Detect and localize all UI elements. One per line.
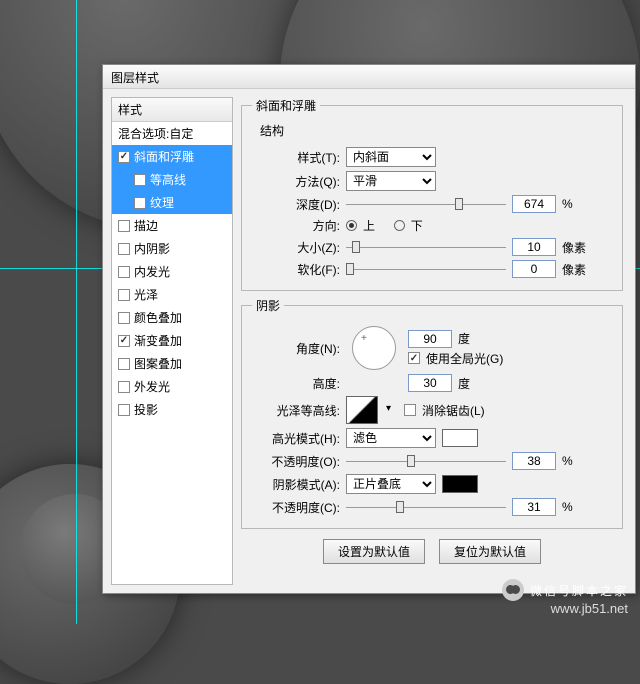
angle-dial[interactable] [352, 326, 396, 370]
highlight-opacity-slider[interactable] [346, 452, 506, 470]
style-label: 样式(T): [252, 149, 340, 166]
sidebar-item-bevel[interactable]: 斜面和浮雕 [112, 145, 232, 168]
checkbox-icon[interactable] [118, 289, 130, 301]
shadow-mode-select[interactable]: 正片叠底 [346, 474, 436, 494]
altitude-label: 高度: [252, 375, 340, 392]
global-light-checkbox[interactable] [408, 352, 420, 364]
checkbox-icon[interactable] [118, 266, 130, 278]
soften-label: 软化(F): [252, 261, 340, 278]
make-default-button[interactable]: 设置为默认值 [323, 539, 425, 564]
shadow-mode-label: 阴影模式(A): [252, 476, 340, 493]
checkbox-icon[interactable] [118, 243, 130, 255]
direction-label: 方向: [252, 217, 340, 234]
panel-title: 斜面和浮雕 [252, 97, 320, 114]
styles-sidebar: 样式 混合选项:自定 斜面和浮雕 等高线 纹理 描边 内阴影 内发光 光泽 颜色… [111, 97, 233, 585]
reset-default-button[interactable]: 复位为默认值 [439, 539, 541, 564]
direction-up-radio[interactable] [346, 220, 357, 231]
style-select[interactable]: 内斜面 [346, 147, 436, 167]
structure-legend: 结构 [260, 122, 612, 139]
wechat-icon [502, 579, 524, 601]
checkbox-icon[interactable] [118, 335, 130, 347]
sidebar-item-inner-shadow[interactable]: 内阴影 [112, 237, 232, 260]
checkbox-icon[interactable] [118, 151, 130, 163]
checkbox-icon[interactable] [134, 197, 146, 209]
antialias-checkbox[interactable] [404, 404, 416, 416]
guide-vertical [76, 0, 77, 624]
sidebar-blend-options[interactable]: 混合选项:自定 [112, 122, 232, 145]
checkbox-icon[interactable] [118, 220, 130, 232]
sidebar-item-contour[interactable]: 等高线 [112, 168, 232, 191]
dialog-titlebar[interactable]: 图层样式 [103, 65, 635, 89]
highlight-opacity-input[interactable] [512, 452, 556, 470]
bevel-fieldset: 斜面和浮雕 结构 样式(T):内斜面 方法(Q):平滑 深度(D):% 方向:上… [241, 97, 623, 291]
sidebar-item-outer-glow[interactable]: 外发光 [112, 375, 232, 398]
highlight-color-swatch[interactable] [442, 429, 478, 447]
highlight-mode-label: 高光模式(H): [252, 430, 340, 447]
sidebar-item-gradient-overlay[interactable]: 渐变叠加 [112, 329, 232, 352]
depth-label: 深度(D): [252, 196, 340, 213]
angle-label: 角度(N): [252, 340, 340, 357]
sidebar-item-texture[interactable]: 纹理 [112, 191, 232, 214]
direction-down-radio[interactable] [394, 220, 405, 231]
depth-input[interactable] [512, 195, 556, 213]
checkbox-icon[interactable] [134, 174, 146, 186]
shading-legend: 阴影 [252, 297, 284, 314]
sidebar-header[interactable]: 样式 [112, 98, 232, 122]
gloss-contour-picker[interactable] [346, 396, 378, 424]
sidebar-item-inner-glow[interactable]: 内发光 [112, 260, 232, 283]
size-input[interactable] [512, 238, 556, 256]
method-label: 方法(Q): [252, 173, 340, 190]
highlight-mode-select[interactable]: 滤色 [346, 428, 436, 448]
checkbox-icon[interactable] [118, 381, 130, 393]
shadow-opacity-label: 不透明度(C): [252, 499, 340, 516]
sidebar-item-pattern-overlay[interactable]: 图案叠加 [112, 352, 232, 375]
checkbox-icon[interactable] [118, 404, 130, 416]
sidebar-item-color-overlay[interactable]: 颜色叠加 [112, 306, 232, 329]
size-slider[interactable] [346, 238, 506, 256]
checkbox-icon[interactable] [118, 358, 130, 370]
method-select[interactable]: 平滑 [346, 171, 436, 191]
shadow-opacity-input[interactable] [512, 498, 556, 516]
watermark: 微信号脚本之家 www.jb51.net [502, 578, 628, 616]
shading-fieldset: 阴影 角度(N): 度 使用全局光(G) 高度:度 光泽等高线:消除锯齿(L) … [241, 297, 623, 529]
shadow-color-swatch[interactable] [442, 475, 478, 493]
gloss-contour-label: 光泽等高线: [252, 402, 340, 419]
highlight-opacity-label: 不透明度(O): [252, 453, 340, 470]
shadow-opacity-slider[interactable] [346, 498, 506, 516]
sidebar-item-satin[interactable]: 光泽 [112, 283, 232, 306]
dialog-title: 图层样式 [111, 71, 159, 85]
soften-slider[interactable] [346, 260, 506, 278]
soften-input[interactable] [512, 260, 556, 278]
checkbox-icon[interactable] [118, 312, 130, 324]
size-label: 大小(Z): [252, 239, 340, 256]
sidebar-item-drop-shadow[interactable]: 投影 [112, 398, 232, 421]
altitude-input[interactable] [408, 374, 452, 392]
layer-style-dialog: 图层样式 样式 混合选项:自定 斜面和浮雕 等高线 纹理 描边 内阴影 内发光 … [102, 64, 636, 594]
depth-slider[interactable] [346, 195, 506, 213]
sidebar-item-stroke[interactable]: 描边 [112, 214, 232, 237]
angle-input[interactable] [408, 330, 452, 348]
